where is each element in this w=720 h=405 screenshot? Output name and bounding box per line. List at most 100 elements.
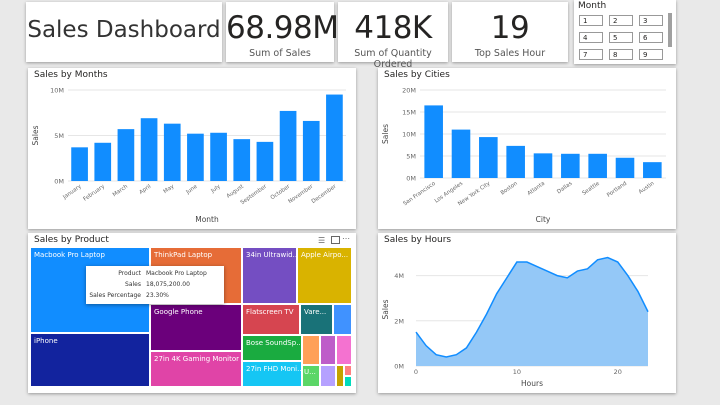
- months-x-tick-label: February: [82, 183, 106, 202]
- filter-icon[interactable]: ☰: [318, 236, 325, 245]
- treemap-tile-small-5[interactable]: [320, 365, 336, 387]
- months-bar: [94, 142, 112, 181]
- slicer-option-8[interactable]: 8: [609, 49, 633, 60]
- cities-bar: [533, 153, 553, 178]
- focus-mode-icon[interactable]: [331, 236, 340, 244]
- hours-y-axis-label: Sales: [381, 299, 390, 319]
- months-bar: [326, 94, 343, 181]
- month-slicer: Month 1 2 3 4 5 6 7 8 9: [574, 0, 676, 64]
- tooltip-value-percentage: 23.30%: [146, 292, 169, 299]
- kpi-sales-value: 68.98M: [226, 10, 339, 46]
- treemap-tile-airpods[interactable]: Apple Airpo...: [297, 247, 352, 304]
- hours-area-chart: 0M 2M 4M 0 10 20 Hours Sales: [381, 256, 649, 388]
- cities-y-axis-label: Sales: [381, 124, 390, 144]
- cities-bar: [479, 137, 498, 178]
- months-x-tick-label: March: [112, 183, 130, 198]
- treemap-tile-27in-4k-monitor[interactable]: 27in 4K Gaming Monitor: [150, 351, 242, 387]
- treemap-tile-vareebadd[interactable]: Vare...: [300, 304, 333, 335]
- treemap-tile-small-7[interactable]: [344, 365, 352, 376]
- treemap-tile-google-phone[interactable]: Google Phone: [150, 304, 242, 351]
- cities-y-tick-label: 5M: [406, 153, 416, 161]
- slicer-option-3[interactable]: 3: [639, 15, 663, 26]
- treemap-tile-bose[interactable]: Bose SoundSp...: [242, 335, 302, 361]
- cities-bar: [506, 145, 525, 178]
- treemap-tile-iphone[interactable]: iPhone: [30, 333, 150, 387]
- kpi-card-sales: 68.98M Sum of Sales: [226, 2, 339, 62]
- hours-y-tick-label: 2M: [394, 317, 404, 325]
- months-x-tick-label: September: [240, 183, 269, 206]
- treemap-tile-27in-fhd[interactable]: 27in FHD Moni...: [242, 361, 302, 387]
- treemap-tile-small-3[interactable]: [320, 335, 336, 365]
- hours-y-tick-label: 0M: [394, 363, 404, 371]
- kpi-card-top-hour: 19 Top Sales Hour: [452, 2, 568, 62]
- tooltip-key-product: Product: [118, 270, 141, 277]
- months-y-tick-label: 0M: [54, 178, 64, 186]
- cities-y-tick-label: 0M: [406, 175, 416, 183]
- months-bar: [71, 147, 88, 181]
- months-x-tick-label: April: [138, 183, 152, 195]
- cities-bar: [424, 105, 443, 178]
- cities-x-tick-label: Atlanta: [527, 181, 547, 197]
- kpi-sales-label: Sum of Sales: [249, 48, 311, 59]
- cities-bar: [451, 129, 471, 178]
- tooltip-value-sales: 18,075,200.00: [146, 281, 190, 288]
- slicer-option-5[interactable]: 5: [609, 32, 633, 43]
- months-bar-chart: 0M 5M 10M January February March April May June J…: [31, 87, 346, 224]
- kpi-top-hour-label: Top Sales Hour: [474, 48, 546, 59]
- slicer-option-2[interactable]: 2: [609, 15, 633, 26]
- cities-y-tick-label: 10M: [402, 131, 416, 139]
- slicer-option-6[interactable]: 6: [639, 32, 663, 43]
- slicer-option-1[interactable]: 1: [579, 15, 603, 26]
- months-x-tick-label: January: [61, 183, 83, 201]
- cities-x-tick-label: Boston: [500, 180, 519, 196]
- cities-bar: [588, 153, 607, 178]
- cities-bar: [561, 153, 580, 178]
- treemap-tile-usb[interactable]: U...: [302, 365, 320, 387]
- slicer-scrollbar[interactable]: [668, 13, 672, 47]
- tooltip-key-percentage: Sales Percentage: [89, 292, 141, 299]
- months-x-tick-label: August: [226, 183, 246, 199]
- treemap-tile-small-6[interactable]: [336, 365, 344, 387]
- slicer-title: Month: [578, 1, 607, 11]
- sales-by-product-panel: Sales by Product ☰ ⋯ Macbook Pro Laptop …: [28, 233, 356, 393]
- months-bar: [187, 133, 204, 181]
- treemap-tile-small-2[interactable]: [302, 335, 320, 365]
- slicer-option-4[interactable]: 4: [579, 32, 603, 43]
- treemap-tile-small-1[interactable]: [333, 304, 352, 335]
- treemap-tile-flatscreen-tv[interactable]: Flatscreen TV: [242, 304, 300, 335]
- months-x-tick-label: June: [184, 183, 199, 196]
- months-x-tick-label: December: [311, 183, 338, 205]
- cities-x-tick-label: San Francisco: [402, 180, 437, 207]
- months-x-tick-label: May: [163, 183, 176, 195]
- months-y-axis-label: Sales: [31, 125, 40, 145]
- sales-by-hours-panel: Sales by Hours 0M 2M 4M 0 10 20 Hours Sales: [378, 233, 676, 393]
- months-bar: [302, 120, 320, 181]
- treemap-tile-small-4[interactable]: [336, 335, 352, 365]
- kpi-quantity-label: Sum of Quantity Ordered: [354, 48, 432, 70]
- treemap-tile-34in-ultrawide[interactable]: 34in Ultrawid...: [242, 247, 297, 304]
- hours-x-tick-label: 20: [614, 368, 622, 376]
- months-x-tick-label: July: [209, 183, 222, 195]
- months-bar: [210, 132, 227, 181]
- cities-y-tick-label: 15M: [402, 109, 416, 117]
- cities-bar: [643, 162, 662, 178]
- hours-x-tick-label: 0: [414, 368, 418, 376]
- kpi-top-hour-value: 19: [490, 10, 530, 46]
- kpi-quantity-value: 418K: [354, 10, 432, 46]
- product-chart-title: Sales by Product: [34, 235, 109, 245]
- page-title: Sales Dashboard: [27, 17, 221, 43]
- months-bar: [233, 139, 251, 181]
- months-y-tick-label: 10M: [50, 87, 64, 95]
- hours-area-fill: [416, 257, 648, 366]
- slicer-option-7[interactable]: 7: [579, 49, 603, 60]
- more-options-icon[interactable]: ⋯: [342, 234, 350, 243]
- title-card: Sales Dashboard: [26, 2, 222, 62]
- cities-bar: [615, 157, 635, 178]
- slicer-option-9[interactable]: 9: [639, 49, 663, 60]
- sales-by-months-panel: Sales by Months 0M 5M 10M January February Ma…: [28, 68, 356, 229]
- tooltip-value-product: Macbook Pro Laptop: [146, 270, 207, 277]
- treemap-tooltip: Product Macbook Pro Laptop Sales 18,075,…: [86, 266, 224, 304]
- cities-x-axis-label: City: [536, 215, 551, 224]
- treemap-tile-small-8[interactable]: [344, 376, 352, 387]
- cities-x-tick-label: Dallas: [556, 181, 573, 196]
